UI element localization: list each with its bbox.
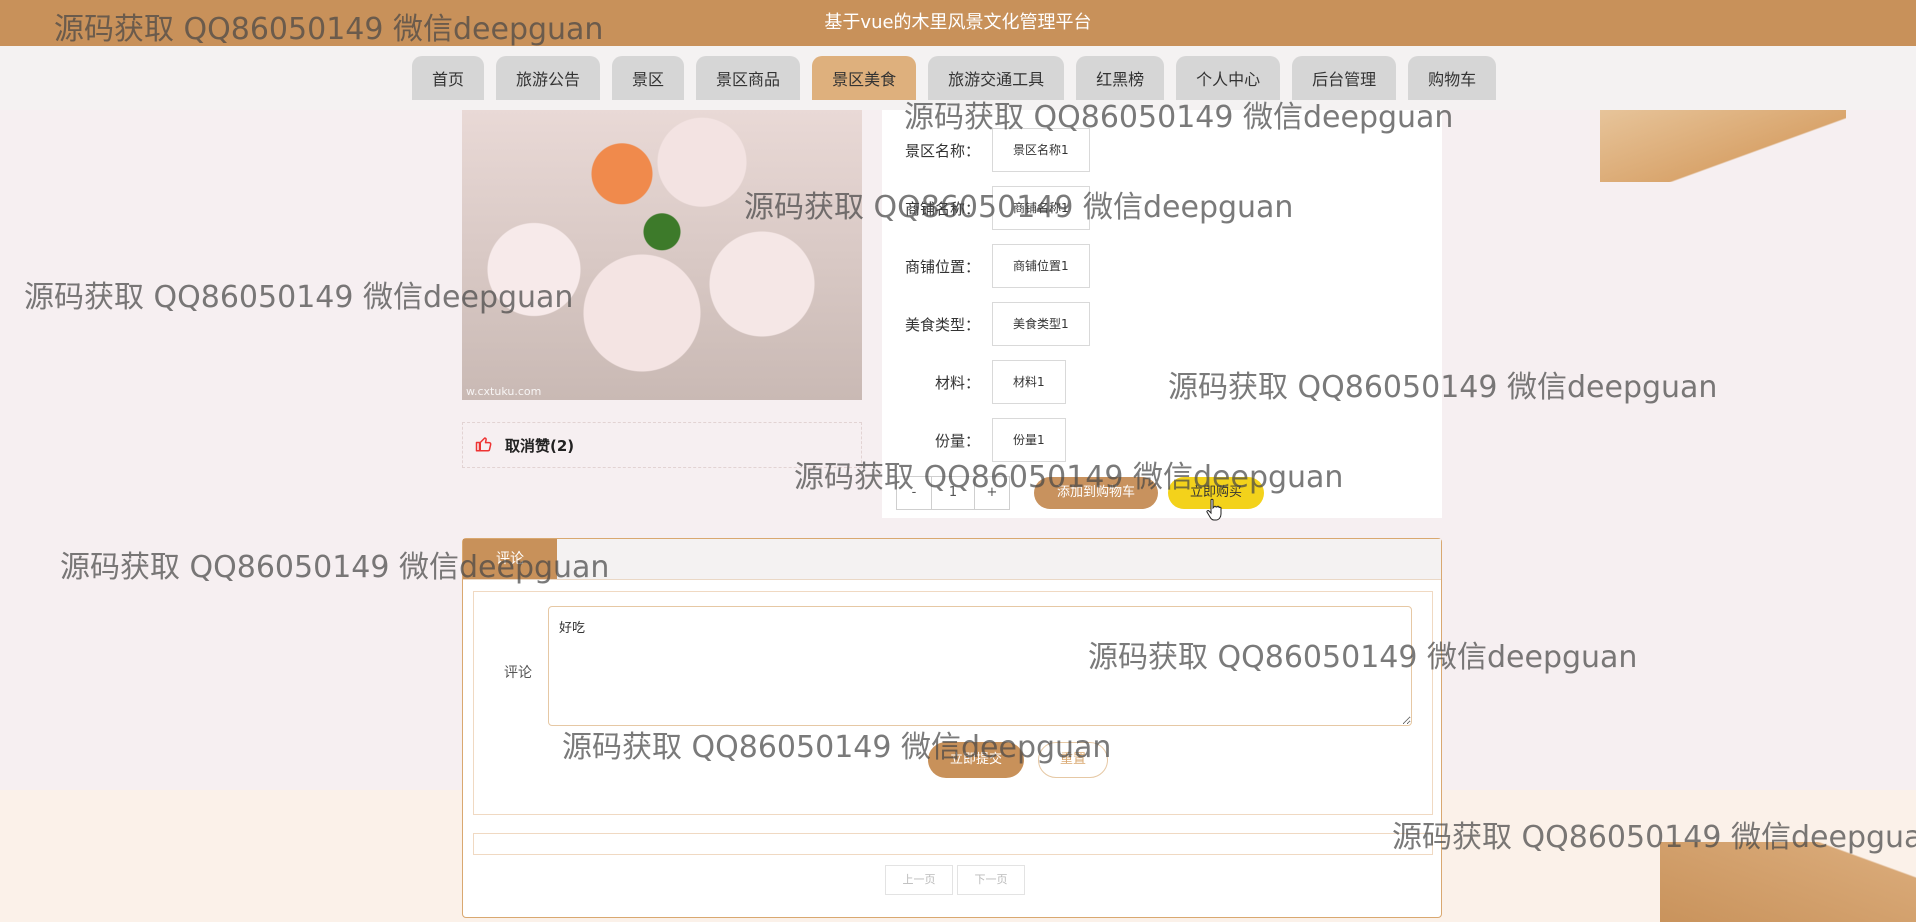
like-box[interactable]: 取消赞(2) — [462, 422, 862, 468]
decrement-button[interactable]: - — [897, 477, 931, 509]
field-value: 美食类型1 — [992, 302, 1090, 346]
submit-button[interactable]: 立即提交 — [928, 742, 1024, 778]
field-label: 份量： — [934, 431, 980, 450]
comment-textarea[interactable]: 好吃 — [548, 606, 1412, 726]
thumbs-up-icon — [475, 437, 492, 452]
decorative-shape — [1600, 110, 1846, 182]
field-label: 景区名称： — [904, 141, 980, 160]
increment-button[interactable]: + — [975, 477, 1009, 509]
next-page-button[interactable]: 下一页 — [957, 865, 1025, 895]
unlike-label[interactable]: 取消赞(2) — [505, 435, 574, 456]
field-label: 材料： — [934, 373, 980, 392]
detail-row-portion: 份量： 份量1 — [882, 418, 1066, 462]
nav-item-admin[interactable]: 后台管理 — [1292, 56, 1397, 100]
field-value: 商铺名称1 — [992, 186, 1090, 230]
nav-item-scenic-food[interactable]: 景区美食 — [812, 56, 917, 100]
decorative-shape — [1660, 842, 1916, 922]
nav-item-red-black-list[interactable]: 红黑榜 — [1076, 56, 1165, 100]
comment-list — [473, 833, 1433, 855]
nav-item-home[interactable]: 首页 — [412, 56, 485, 100]
food-image: w.cxtuku.com — [462, 110, 862, 400]
comment-label: 评论 — [504, 665, 532, 681]
detail-row-ingredients: 材料： 材料1 — [882, 360, 1066, 404]
field-value: 景区名称1 — [992, 128, 1090, 172]
tab-comments[interactable]: 评论 — [463, 539, 557, 579]
nav-item-scenic-goods[interactable]: 景区商品 — [696, 56, 801, 100]
nav-item-cart[interactable]: 购物车 — [1408, 56, 1497, 100]
comment-form: 评论 好吃 立即提交 重置 — [473, 591, 1433, 815]
prev-page-button[interactable]: 上一页 — [885, 865, 953, 895]
header-bar: 基于vue的木里风景文化管理平台 — [0, 0, 1916, 46]
detail-row-scenic-name: 景区名称： 景区名称1 — [882, 128, 1090, 172]
field-label: 美食类型： — [904, 315, 980, 334]
site-title: 基于vue的木里风景文化管理平台 — [824, 12, 1092, 33]
add-to-cart-button[interactable]: 添加到购物车 — [1034, 477, 1158, 509]
comment-tab-bar: 评论 — [463, 539, 1441, 580]
field-value: 商铺位置1 — [992, 244, 1090, 288]
nav-item-transport[interactable]: 旅游交通工具 — [928, 56, 1065, 100]
field-value: 份量1 — [992, 418, 1066, 462]
pagination: 上一页 下一页 — [885, 865, 1025, 895]
comment-panel: 评论 评论 好吃 立即提交 重置 上一页 下一页 — [462, 538, 1442, 918]
image-caption: w.cxtuku.com — [466, 385, 542, 398]
field-label: 商铺名称： — [904, 199, 980, 218]
product-detail-panel: 景区名称： 景区名称1 商铺名称： 商铺名称1 商铺位置： 商铺位置1 美食类型… — [882, 110, 1442, 518]
nav-item-personal-center[interactable]: 个人中心 — [1176, 56, 1281, 100]
nav-item-announcements[interactable]: 旅游公告 — [496, 56, 601, 100]
main-nav: 首页 旅游公告 景区 景区商品 景区美食 旅游交通工具 红黑榜 个人中心 后台管… — [412, 56, 1497, 100]
quantity-input[interactable]: 1 — [931, 477, 975, 509]
field-value: 材料1 — [992, 360, 1066, 404]
hand-cursor-icon — [1206, 498, 1222, 521]
field-label: 商铺位置： — [904, 257, 980, 276]
detail-row-shop-name: 商铺名称： 商铺名称1 — [882, 186, 1090, 230]
detail-row-food-type: 美食类型： 美食类型1 — [882, 302, 1090, 346]
quantity-stepper: - 1 + — [896, 476, 1010, 510]
nav-item-scenic-spots[interactable]: 景区 — [612, 56, 685, 100]
detail-row-shop-location: 商铺位置： 商铺位置1 — [882, 244, 1090, 288]
reset-button[interactable]: 重置 — [1038, 742, 1108, 778]
